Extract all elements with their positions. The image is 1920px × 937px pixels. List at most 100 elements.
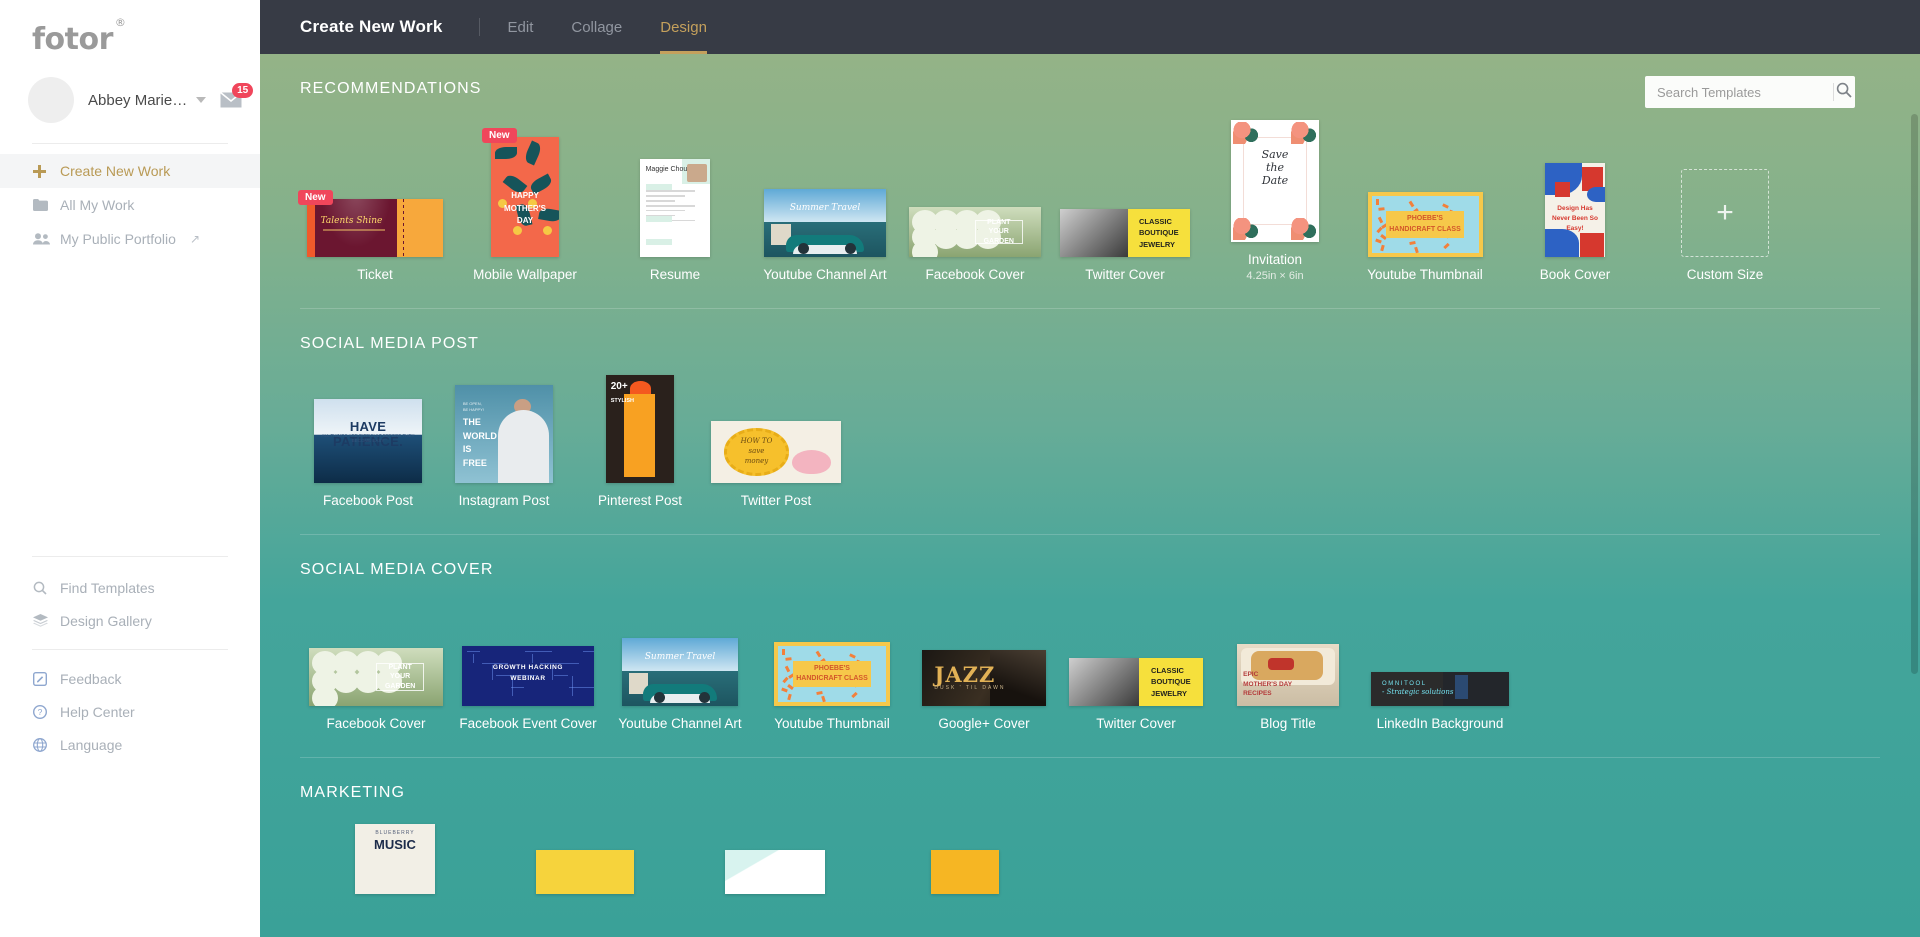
tab-edit[interactable]: Edit [508,0,534,54]
brand-trademark: ® [114,16,126,29]
mail-button[interactable]: 15 [220,83,254,108]
template-card[interactable]: EPIC MOTHER'S DAY RECIPES Blog Title [1212,644,1364,731]
globe-icon [33,737,55,752]
template-card[interactable]: Maggie Chou Resume [600,159,750,282]
template-card[interactable]: Save the Date Invitation 4.25in × 6in [1200,120,1350,282]
template-thumbnail[interactable]: Design Has Never Been So Easy! [1545,163,1605,257]
template-label: Youtube Thumbnail [1367,267,1483,282]
template-card[interactable]: HAPPY MOTHER'S DAY New Mobile Wallpaper [450,128,600,282]
template-thumbnail[interactable]: PLANT YOUR GARDEN [909,207,1041,257]
feedback-icon [33,671,55,686]
template-artwork: Talents Shine [307,199,443,257]
sidebar-item-design-gallery[interactable]: Design Gallery [0,604,260,637]
template-thumbnail[interactable] [725,850,825,894]
template-thumbnail[interactable] [536,850,634,894]
sidebar-item-create-new-work[interactable]: Create New Work [0,154,260,188]
template-canvas: RECOMMENDATIONSTalents ShineNewTicketHAP… [260,54,1920,937]
template-label: Facebook Cover [326,716,426,731]
template-card[interactable]: HOW TO save money Twitter Post [708,421,844,508]
sidebar-item-my-public-portfolio[interactable]: My Public Portfolio ↗ [0,222,260,256]
user-account[interactable]: Abbey Marie… 15 [0,57,260,123]
section-marketing: MARKETING BLUEBERRY MUSIC [260,758,1920,894]
section-title: SOCIAL MEDIA COVER [300,561,494,578]
template-label: Pinterest Post [597,493,683,508]
template-card[interactable]: JAZZ DUSK ' TIL DAWN Google+ Cover [908,650,1060,731]
template-card[interactable]: CLASSIC BOUTIQUE JEWELRY Twitter Cover [1050,209,1200,282]
template-thumbnail[interactable]: Summer Travel [764,189,886,257]
template-thumbnail-holder: Design Has Never Been So Easy! [1545,163,1605,257]
template-label: Resume [649,267,701,282]
template-card[interactable]: Design Has Never Been So Easy! Book Cover [1500,163,1650,282]
sidebar-item-language[interactable]: Language [0,728,260,761]
topbar-tabs: Edit Collage Design [508,0,745,54]
custom-size-box[interactable]: + [1681,169,1769,257]
sidebar-item-find-templates[interactable]: Find Templates [0,571,260,604]
template-card[interactable]: Summer Travel Youtube Channel Art [604,638,756,731]
search-templates-box[interactable] [1645,76,1855,108]
template-card[interactable]: GROWTH HACKING WEBINAR Facebook Event Cove… [452,646,604,731]
template-label: Twitter Cover [1096,716,1176,731]
template-card[interactable]: OMNITOOL - Strategic solutions LinkedIn Ba… [1364,672,1516,731]
sidebar-item-feedback[interactable]: Feedback [0,662,260,695]
section-title: MARKETING [300,784,406,801]
template-thumbnail[interactable]: HAVE PATIENCE. ALL THINGS ARE DIFFICULT B… [314,399,422,483]
template-artwork: PHOEBE'S HANDICRAFT CLASS [774,642,890,706]
vertical-scrollbar[interactable] [1911,114,1918,674]
search-input[interactable] [1645,77,1833,107]
template-thumbnail[interactable]: Save the Date [1231,120,1319,242]
template-thumbnail[interactable]: BLUEBERRY MUSIC [355,824,435,894]
template-thumbnail-holder: CLASSIC BOUTIQUE JEWELRY [1069,658,1203,706]
plus-icon: + [1716,196,1734,229]
avatar [28,77,74,123]
template-thumbnail[interactable]: Talents Shine [307,199,443,257]
template-thumbnail[interactable]: Summer Travel [622,638,738,706]
section-social-media-post: SOCIAL MEDIA POST HAVE PATIENCE. ALL THING… [260,309,1920,508]
template-thumbnail-holder: Summer Travel [764,189,886,257]
template-card[interactable]: BLUEBERRY MUSIC [300,824,490,894]
template-thumbnail[interactable]: 20+ STYLISH [606,375,674,483]
template-thumbnail-holder: + [1681,169,1769,257]
template-artwork: HAPPY MOTHER'S DAY [491,137,559,257]
tab-design[interactable]: Design [660,0,707,54]
template-card[interactable] [490,850,680,894]
template-card[interactable]: PLANT YOUR GARDEN Facebook Cover [900,207,1050,282]
template-thumbnail[interactable]: JAZZ DUSK ' TIL DAWN [922,650,1046,706]
template-card[interactable]: + Custom Size [1650,169,1800,282]
sidebar-item-help-center[interactable]: ? Help Center [0,695,260,728]
template-thumbnail[interactable]: PHOEBE'S HANDICRAFT CLASS [1367,192,1483,257]
template-card[interactable]: BE OPEN, BE HAPPY! THE WORLD IS FREE Instagram… [436,385,572,508]
template-thumbnail[interactable]: CLASSIC BOUTIQUE JEWELRY [1060,209,1190,257]
template-card[interactable]: CLASSIC BOUTIQUE JEWELRY Twitter Cover [1060,658,1212,731]
sidebar-item-all-my-work[interactable]: All My Work [0,188,260,222]
tab-collage[interactable]: Collage [571,0,622,54]
template-artwork [536,850,634,894]
template-label: Twitter Post [740,493,812,508]
template-card[interactable]: PHOEBE'S HANDICRAFT CLASS Youtube Thumbnai… [1350,192,1500,282]
template-card[interactable] [680,850,870,894]
template-thumbnail[interactable] [931,850,999,894]
sidebar-item-label: Create New Work [60,163,171,179]
template-thumbnail[interactable]: OMNITOOL - Strategic solutions [1371,672,1509,706]
template-thumbnail[interactable]: HAPPY MOTHER'S DAY [491,137,559,257]
template-card[interactable]: HAVE PATIENCE. ALL THINGS ARE DIFFICULT B… [300,399,436,508]
search-button[interactable] [1834,82,1855,103]
template-thumbnail[interactable]: GROWTH HACKING WEBINAR [462,646,594,706]
template-card[interactable]: Talents Shine New Ticket [298,190,450,282]
template-thumbnail[interactable]: CLASSIC BOUTIQUE JEWELRY [1069,658,1203,706]
template-thumbnail[interactable]: HOW TO save money [711,421,841,483]
template-card[interactable]: PHOEBE'S HANDICRAFT CLASS Youtube Thumbnai… [756,642,908,731]
template-card[interactable]: 20+ STYLISH Pinterest Post [572,375,708,508]
template-thumbnail[interactable]: Maggie Chou [640,159,710,257]
template-card[interactable]: Summer Travel Youtube Channel Art [750,189,900,282]
template-card[interactable] [870,850,1060,894]
template-thumbnail[interactable]: PHOEBE'S HANDICRAFT CLASS [774,642,890,706]
brand-logo[interactable]: fotor ® [0,0,260,57]
template-thumbnail-holder: PLANT YOUR GARDEN [309,648,443,706]
section-title: SOCIAL MEDIA POST [300,335,480,352]
template-thumbnail[interactable]: EPIC MOTHER'S DAY RECIPES [1237,644,1339,706]
template-thumbnail[interactable]: BE OPEN, BE HAPPY! THE WORLD IS FREE [455,385,553,483]
template-card[interactable]: PLANT YOUR GARDEN Facebook Cover [300,648,452,731]
template-label: Youtube Channel Art [763,267,887,282]
chevron-down-icon[interactable] [196,97,207,103]
template-thumbnail[interactable]: PLANT YOUR GARDEN [309,648,443,706]
